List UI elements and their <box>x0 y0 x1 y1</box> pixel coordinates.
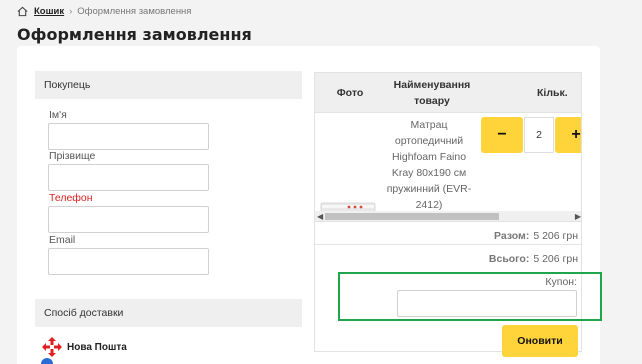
delivery-option-nova-poshta[interactable]: Нова Пошта <box>41 336 127 358</box>
breadcrumb-separator: › <box>69 5 73 17</box>
phone-input[interactable] <box>48 206 209 233</box>
breadcrumb: Кошик › Оформлення замовлення <box>17 4 191 18</box>
scroll-right-icon[interactable]: ▶ <box>575 212 581 221</box>
breadcrumb-current: Оформлення замовлення <box>77 5 192 17</box>
update-button[interactable]: Оновити <box>502 325 578 357</box>
delivery-option-icon[interactable] <box>41 358 53 364</box>
total-label: Всього: <box>488 253 530 265</box>
buyer-section-heading: Покупець <box>35 71 302 99</box>
last-name-input[interactable] <box>48 164 209 191</box>
last-name-label: Прізвище <box>49 150 96 162</box>
phone-label: Телефон <box>49 192 93 204</box>
cart-table-header: Фото Найменування товару Кільк. <box>315 73 581 113</box>
subtotal-value: 5 206 грн <box>533 230 578 242</box>
breadcrumb-cart-link[interactable]: Кошик <box>34 6 64 17</box>
home-icon[interactable] <box>17 6 28 17</box>
delivery-section-heading: Спосіб доставки <box>35 299 302 327</box>
column-header-name: Найменування товару <box>393 79 471 107</box>
email-label: Email <box>49 234 76 246</box>
page-title: Оформлення замовлення <box>17 25 252 44</box>
subtotal-label: Разом: <box>493 230 530 242</box>
product-name[interactable]: Матрац ортопедичний Highfoam Faino Kray … <box>381 117 477 213</box>
first-name-input[interactable] <box>48 123 209 150</box>
total-value: 5 206 грн <box>533 253 578 265</box>
nova-poshta-label: Нова Пошта <box>67 341 127 353</box>
nova-poshta-logo-icon <box>42 337 62 357</box>
first-name-label: Ім'я <box>49 109 67 121</box>
quantity-increase-button[interactable]: + <box>555 117 581 153</box>
quantity-decrease-button[interactable]: − <box>481 117 523 153</box>
email-input[interactable] <box>48 248 209 275</box>
quantity-input[interactable]: 2 <box>524 117 554 153</box>
coupon-highlight-box <box>338 272 602 321</box>
column-header-quantity: Кільк. <box>537 87 568 99</box>
scroll-left-icon[interactable]: ◀ <box>317 212 323 221</box>
scrollbar-thumb[interactable] <box>325 213 499 220</box>
column-header-photo: Фото <box>336 87 364 99</box>
total-row: Всього: 5 206 грн <box>315 244 581 272</box>
